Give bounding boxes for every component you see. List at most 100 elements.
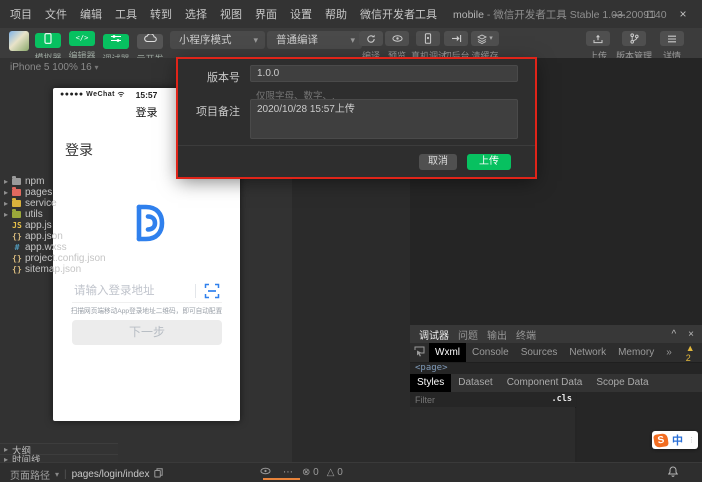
app-logo: [127, 202, 167, 247]
next-step-button[interactable]: 下一步: [72, 320, 222, 345]
chevron-down-icon[interactable]: ▾: [55, 470, 59, 479]
eye-icon: [385, 31, 409, 46]
device-selector[interactable]: iPhone 5 100% 16 ▾: [10, 62, 99, 73]
more-tabs-icon[interactable]: »: [660, 343, 678, 362]
version-input[interactable]: [250, 65, 518, 82]
json-file-icon: {}: [12, 265, 22, 274]
inspect-element-icon[interactable]: [414, 346, 425, 360]
wxml-tree-node[interactable]: <page>: [415, 363, 448, 373]
tree-item-label: service: [25, 198, 57, 209]
maximize-button[interactable]: □: [638, 7, 664, 21]
tree-item-utils[interactable]: ▸ utils: [0, 209, 118, 220]
menu-select[interactable]: 选择: [185, 6, 207, 22]
tab-component-data[interactable]: Component Data: [500, 374, 590, 392]
styles-filter-input[interactable]: [413, 393, 547, 407]
notification-bell-icon[interactable]: [668, 466, 678, 480]
tab-network[interactable]: Network: [563, 343, 612, 362]
problem-counts[interactable]: ⊗ 0 △ 0: [302, 467, 343, 478]
wxss-file-icon: #: [12, 243, 22, 252]
tab-problems[interactable]: 问题: [458, 327, 478, 342]
tree-item-label: pages: [25, 187, 52, 198]
tab-terminal[interactable]: 终端: [516, 327, 536, 342]
hamburger-icon: [660, 31, 684, 46]
close-button[interactable]: ×: [670, 7, 696, 21]
notes-textarea[interactable]: 2020/10/28 15:57上传: [250, 99, 518, 139]
tab-memory[interactable]: Memory: [612, 343, 660, 362]
page-path-label[interactable]: 页面路径: [10, 467, 50, 482]
input-method-widget[interactable]: S 中 ⋮: [652, 431, 698, 449]
notes-label: 项目备注: [178, 103, 240, 119]
menu-edit[interactable]: 编辑: [80, 6, 102, 22]
devtools-tab-bar: Wxml Console Sources Network Memory » ▲ …: [410, 343, 702, 363]
tab-debugger[interactable]: 调试器: [419, 327, 449, 342]
eye-icon[interactable]: [260, 467, 271, 478]
menu-ui[interactable]: 界面: [255, 6, 277, 22]
statusbar-icons: ⋯: [260, 467, 293, 478]
menu-view[interactable]: 视图: [220, 6, 242, 22]
mode-select[interactable]: 小程序模式 ▾: [170, 31, 265, 49]
dialog-footer: 取消 上传: [178, 145, 535, 177]
menu-help[interactable]: 帮助: [325, 6, 347, 22]
tree-item-pages[interactable]: ▸ pages: [0, 187, 118, 198]
tree-item-project-config[interactable]: {} project.config.json: [0, 253, 118, 264]
menu-file[interactable]: 文件: [45, 6, 67, 22]
inspector-tab-bar: Styles Dataset Component Data Scope Data: [410, 374, 702, 392]
tab-dataset[interactable]: Dataset: [451, 374, 499, 392]
chevron-right-icon: ▸: [4, 198, 12, 209]
error-icon: ⊗: [302, 467, 310, 478]
tree-item-app-js[interactable]: JS app.js: [0, 220, 118, 231]
menu-wechat-devtools[interactable]: 微信开发者工具: [360, 6, 437, 22]
login-address-input[interactable]: 请输入登录地址: [72, 280, 222, 303]
page-path: 页面路径 ▾ | pages/login/index: [10, 467, 163, 482]
chevron-down-icon: ▾: [489, 31, 493, 46]
computed-pane: [577, 392, 702, 462]
tree-item-service[interactable]: ▸ service: [0, 198, 118, 209]
upload-confirm-button[interactable]: 上传: [467, 154, 511, 170]
login-heading: 登录: [65, 140, 93, 160]
close-panel-icon[interactable]: ×: [688, 329, 694, 340]
tree-item-app-wxss[interactable]: # app.wxss: [0, 242, 118, 253]
statusbar-highlight: [263, 478, 300, 480]
menu-project[interactable]: 项目: [10, 6, 32, 22]
qr-scan-icon[interactable]: [204, 283, 220, 307]
tab-styles[interactable]: Styles: [410, 374, 451, 392]
debug-icon: [103, 34, 129, 49]
chevron-right-icon: ▸: [4, 209, 12, 220]
version-label: 版本号: [178, 69, 240, 85]
folder-icon: [12, 178, 21, 185]
arrow-exit-icon: [444, 31, 468, 46]
chevron-down-icon: ▾: [95, 63, 99, 72]
collapse-panel-icon[interactable]: ^: [671, 329, 676, 340]
tab-sources[interactable]: Sources: [515, 343, 564, 362]
tree-item-sitemap[interactable]: {} sitemap.json: [0, 264, 118, 275]
upload-dialog: 版本号 仅限字母、数字、. 项目备注 2020/10/28 15:57上传 取消…: [178, 59, 535, 177]
minimize-button[interactable]: —: [606, 7, 632, 21]
user-avatar[interactable]: [9, 31, 29, 51]
copy-icon[interactable]: [154, 468, 163, 481]
compile-mode-select[interactable]: 普通编译 ▾: [267, 31, 362, 49]
chevron-right-icon: ▸: [4, 187, 12, 198]
tab-console[interactable]: Console: [466, 343, 515, 362]
styles-filter-bar: .cls: [410, 392, 576, 408]
tree-item-npm[interactable]: ▸ npm: [0, 176, 118, 187]
tree-item-app-json[interactable]: {} app.json: [0, 231, 118, 242]
menu-settings[interactable]: 设置: [290, 6, 312, 22]
ime-menu-dots: ⋮: [688, 436, 696, 444]
tree-item-label: utils: [25, 209, 43, 220]
compile-mode-value: 普通编译: [276, 34, 318, 46]
menu-goto[interactable]: 转到: [150, 6, 172, 22]
warning-icon: △: [327, 467, 335, 478]
warning-badge[interactable]: ▲ 2: [686, 343, 695, 363]
cls-toggle[interactable]: .cls: [552, 394, 572, 404]
tab-wxml[interactable]: Wxml: [429, 343, 466, 362]
sogou-logo: S: [653, 433, 669, 448]
more-icon[interactable]: ⋯: [283, 467, 293, 478]
cancel-button[interactable]: 取消: [419, 154, 457, 170]
page-path-value: pages/login/index: [72, 469, 150, 480]
styles-pane: [410, 407, 575, 462]
device-selector-value: iPhone 5 100% 16: [10, 62, 92, 73]
menu-tools[interactable]: 工具: [115, 6, 137, 22]
json-file-icon: {}: [12, 254, 22, 263]
tab-output[interactable]: 输出: [487, 327, 507, 342]
tab-scope-data[interactable]: Scope Data: [589, 374, 655, 392]
